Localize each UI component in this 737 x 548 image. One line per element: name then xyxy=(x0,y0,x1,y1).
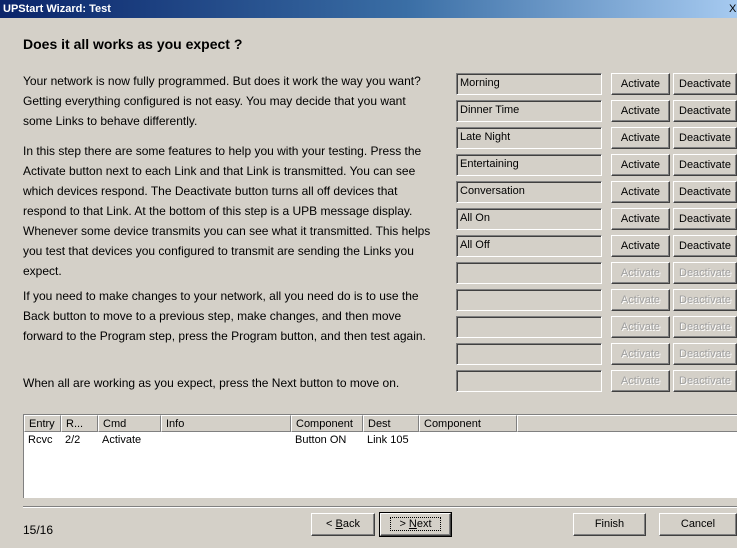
log-col-dest[interactable]: Dest xyxy=(363,415,419,432)
activate-button: Activate xyxy=(611,262,670,284)
link-name-field: Dinner Time xyxy=(456,100,602,122)
log-cell-component: Button ON xyxy=(295,434,347,446)
link-name-field xyxy=(456,316,602,338)
back-button-accesskey: B xyxy=(335,518,343,530)
deactivate-button: Deactivate xyxy=(673,262,737,284)
activate-button: Activate xyxy=(611,343,670,365)
link-name-field xyxy=(456,370,602,392)
link-name-field xyxy=(456,343,602,365)
deactivate-button[interactable]: Deactivate xyxy=(673,100,737,122)
intro-paragraph: Your network is now fully programmed. Bu… xyxy=(23,74,421,128)
link-row: All Off Activate Deactivate xyxy=(456,235,737,257)
link-row: Entertaining Activate Deactivate xyxy=(456,154,737,176)
deactivate-button[interactable]: Deactivate xyxy=(673,73,737,95)
activate-button[interactable]: Activate xyxy=(611,100,670,122)
log-cell-dest: Link 105 xyxy=(367,434,409,446)
finish-button[interactable]: Finish xyxy=(573,513,646,536)
log-cell-entry: Rcvc xyxy=(28,434,53,446)
deactivate-button[interactable]: Deactivate xyxy=(673,181,737,203)
log-col-r[interactable]: R... xyxy=(61,415,98,432)
activate-button[interactable]: Activate xyxy=(611,235,670,257)
message-log[interactable]: Entry R... Cmd Info Component Dest Compo… xyxy=(23,414,737,498)
cancel-button[interactable]: Cancel xyxy=(659,513,737,536)
activate-button[interactable]: Activate xyxy=(611,208,670,230)
link-name-field xyxy=(456,262,602,284)
activate-button[interactable]: Activate xyxy=(611,127,670,149)
title-bar: UPStart Wizard: Test X xyxy=(0,0,737,18)
next-button-accesskey: N xyxy=(408,518,417,530)
deactivate-button: Deactivate xyxy=(673,370,737,392)
link-name-field: All On xyxy=(456,208,602,230)
next-paragraph: When all are working as you expect, pres… xyxy=(23,376,400,390)
activate-button: Activate xyxy=(611,289,670,311)
features-paragraph: In this step there are some features to … xyxy=(23,144,431,278)
link-row: All On Activate Deactivate xyxy=(456,208,737,230)
changes-paragraph: If you need to make changes to your netw… xyxy=(23,289,426,343)
back-button-prefix: < xyxy=(326,518,336,530)
link-name-field: Entertaining xyxy=(456,154,602,176)
close-icon[interactable]: X xyxy=(729,0,737,18)
activate-button[interactable]: Activate xyxy=(611,154,670,176)
activate-button[interactable]: Activate xyxy=(611,73,670,95)
log-col-info[interactable]: Info xyxy=(161,415,291,432)
next-button-focus: > Next xyxy=(390,517,441,531)
next-button-prefix: > xyxy=(399,518,409,530)
link-row: Activate Deactivate xyxy=(456,343,737,365)
log-cell-r: 2/2 xyxy=(65,434,81,446)
activate-button[interactable]: Activate xyxy=(611,181,670,203)
log-cell-cmd: Activate xyxy=(102,434,142,446)
link-name-field: Conversation xyxy=(456,181,602,203)
log-col-entry[interactable]: Entry xyxy=(24,415,61,432)
back-button-rest: ack xyxy=(342,518,360,530)
link-name-field xyxy=(456,289,602,311)
link-name-field: Morning xyxy=(456,73,602,95)
activate-button: Activate xyxy=(611,316,670,338)
link-row: Late Night Activate Deactivate xyxy=(456,127,737,149)
next-button-rest: ext xyxy=(416,518,432,530)
link-row: Activate Deactivate xyxy=(456,316,737,338)
deactivate-button[interactable]: Deactivate xyxy=(673,208,737,230)
page-title: Does it all works as you expect ? xyxy=(23,36,243,52)
window-title: UPStart Wizard: Test xyxy=(3,3,111,15)
deactivate-button[interactable]: Deactivate xyxy=(673,127,737,149)
link-row: Conversation Activate Deactivate xyxy=(456,181,737,203)
link-row: Activate Deactivate xyxy=(456,370,737,392)
next-button[interactable]: > Next xyxy=(379,512,452,537)
log-col-component-2[interactable]: Component xyxy=(419,415,517,432)
link-row: Dinner Time Activate Deactivate xyxy=(456,100,737,122)
log-col-filler xyxy=(517,415,737,432)
activate-button: Activate xyxy=(611,370,670,392)
step-counter: 15/16 xyxy=(23,523,54,537)
deactivate-button: Deactivate xyxy=(673,289,737,311)
log-col-component[interactable]: Component xyxy=(291,415,363,432)
deactivate-button[interactable]: Deactivate xyxy=(673,154,737,176)
deactivate-button[interactable]: Deactivate xyxy=(673,235,737,257)
link-name-field: All Off xyxy=(456,235,602,257)
deactivate-button: Deactivate xyxy=(673,343,737,365)
footer-divider xyxy=(23,506,737,508)
log-header: Entry R... Cmd Info Component Dest Compo… xyxy=(24,415,737,432)
log-col-cmd[interactable]: Cmd xyxy=(98,415,161,432)
link-row: Morning Activate Deactivate xyxy=(456,73,737,95)
back-button[interactable]: < Back xyxy=(311,513,375,536)
link-row: Activate Deactivate xyxy=(456,289,737,311)
link-row: Activate Deactivate xyxy=(456,262,737,284)
link-name-field: Late Night xyxy=(456,127,602,149)
deactivate-button: Deactivate xyxy=(673,316,737,338)
